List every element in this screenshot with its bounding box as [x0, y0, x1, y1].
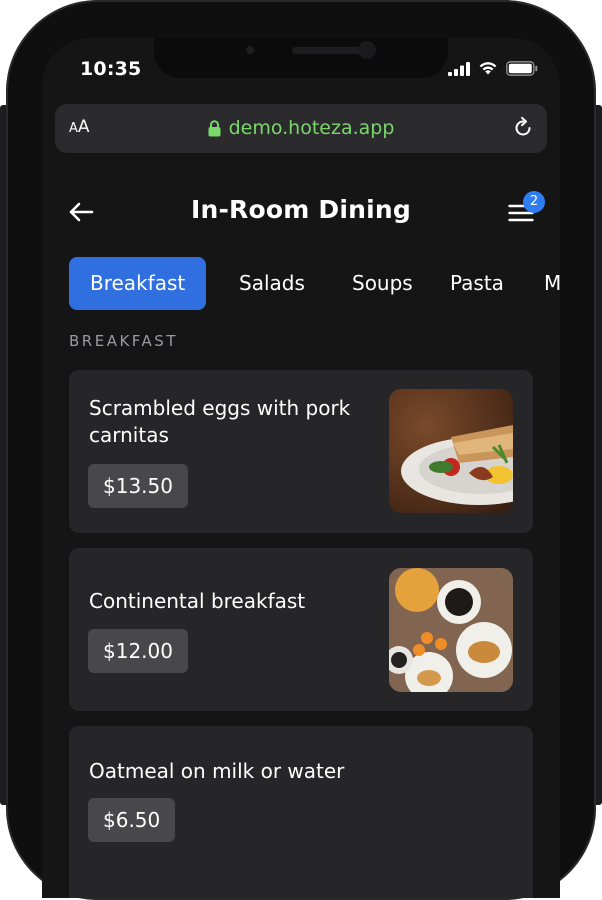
- reload-icon[interactable]: [511, 116, 535, 140]
- tab-more[interactable]: M: [544, 257, 560, 310]
- notch: [154, 38, 448, 78]
- url-display[interactable]: demo.hoteza.app: [55, 117, 547, 139]
- earpiece-speaker: [292, 47, 362, 54]
- phone-screen: 10:35 AA demo.hoteza.app In-Room Dining …: [42, 38, 560, 898]
- menu-item-card[interactable]: Oatmeal on milk or water $6.50: [69, 726, 533, 898]
- menu-item-price[interactable]: $13.50: [88, 464, 188, 508]
- url-text: demo.hoteza.app: [228, 117, 395, 139]
- menu-item-name: Continental breakfast: [89, 589, 306, 613]
- scrambled-eggs-image: [389, 389, 513, 513]
- section-title: BREAKFAST: [69, 332, 178, 350]
- tab-breakfast[interactable]: Breakfast: [69, 257, 207, 310]
- menu-cart-button[interactable]: 2: [506, 191, 554, 231]
- battery-icon: [506, 61, 538, 76]
- page-title: In-Room Dining: [190, 195, 411, 224]
- menu-item-card[interactable]: Scrambled eggs with pork carnitas $13.50: [69, 370, 533, 533]
- status-bar: 10:35: [42, 38, 560, 98]
- menu-item-name: Oatmeal on milk or water: [89, 759, 345, 783]
- category-tabs: Breakfast Salads Soups Pasta M: [69, 257, 560, 310]
- status-time: 10:35: [80, 58, 142, 80]
- browser-address-bar[interactable]: AA demo.hoteza.app: [55, 104, 547, 153]
- tab-soups[interactable]: Soups: [352, 257, 413, 310]
- menu-item-card[interactable]: Continental breakfast $12.00: [69, 548, 533, 711]
- menu-item-name: Scrambled eggs with pork carnitas: [89, 396, 351, 447]
- scrambled-eggs-photo[interactable]: [389, 389, 513, 513]
- wifi-icon: [479, 62, 497, 75]
- sensor-dot: [246, 46, 254, 54]
- front-camera: [358, 41, 376, 59]
- continental-breakfast-photo[interactable]: [389, 568, 513, 692]
- lock-icon: [208, 120, 221, 137]
- menu-item-price[interactable]: $6.50: [88, 798, 176, 842]
- cellular-signal-icon: [448, 61, 470, 76]
- tab-salads[interactable]: Salads: [239, 257, 305, 310]
- tab-pasta[interactable]: Pasta: [450, 257, 504, 310]
- cart-count-badge: 2: [523, 191, 545, 213]
- status-icons: [448, 61, 538, 76]
- menu-item-price[interactable]: $12.00: [88, 629, 188, 673]
- continental-breakfast-image: [389, 568, 513, 692]
- phone-side-button-right: [596, 105, 602, 805]
